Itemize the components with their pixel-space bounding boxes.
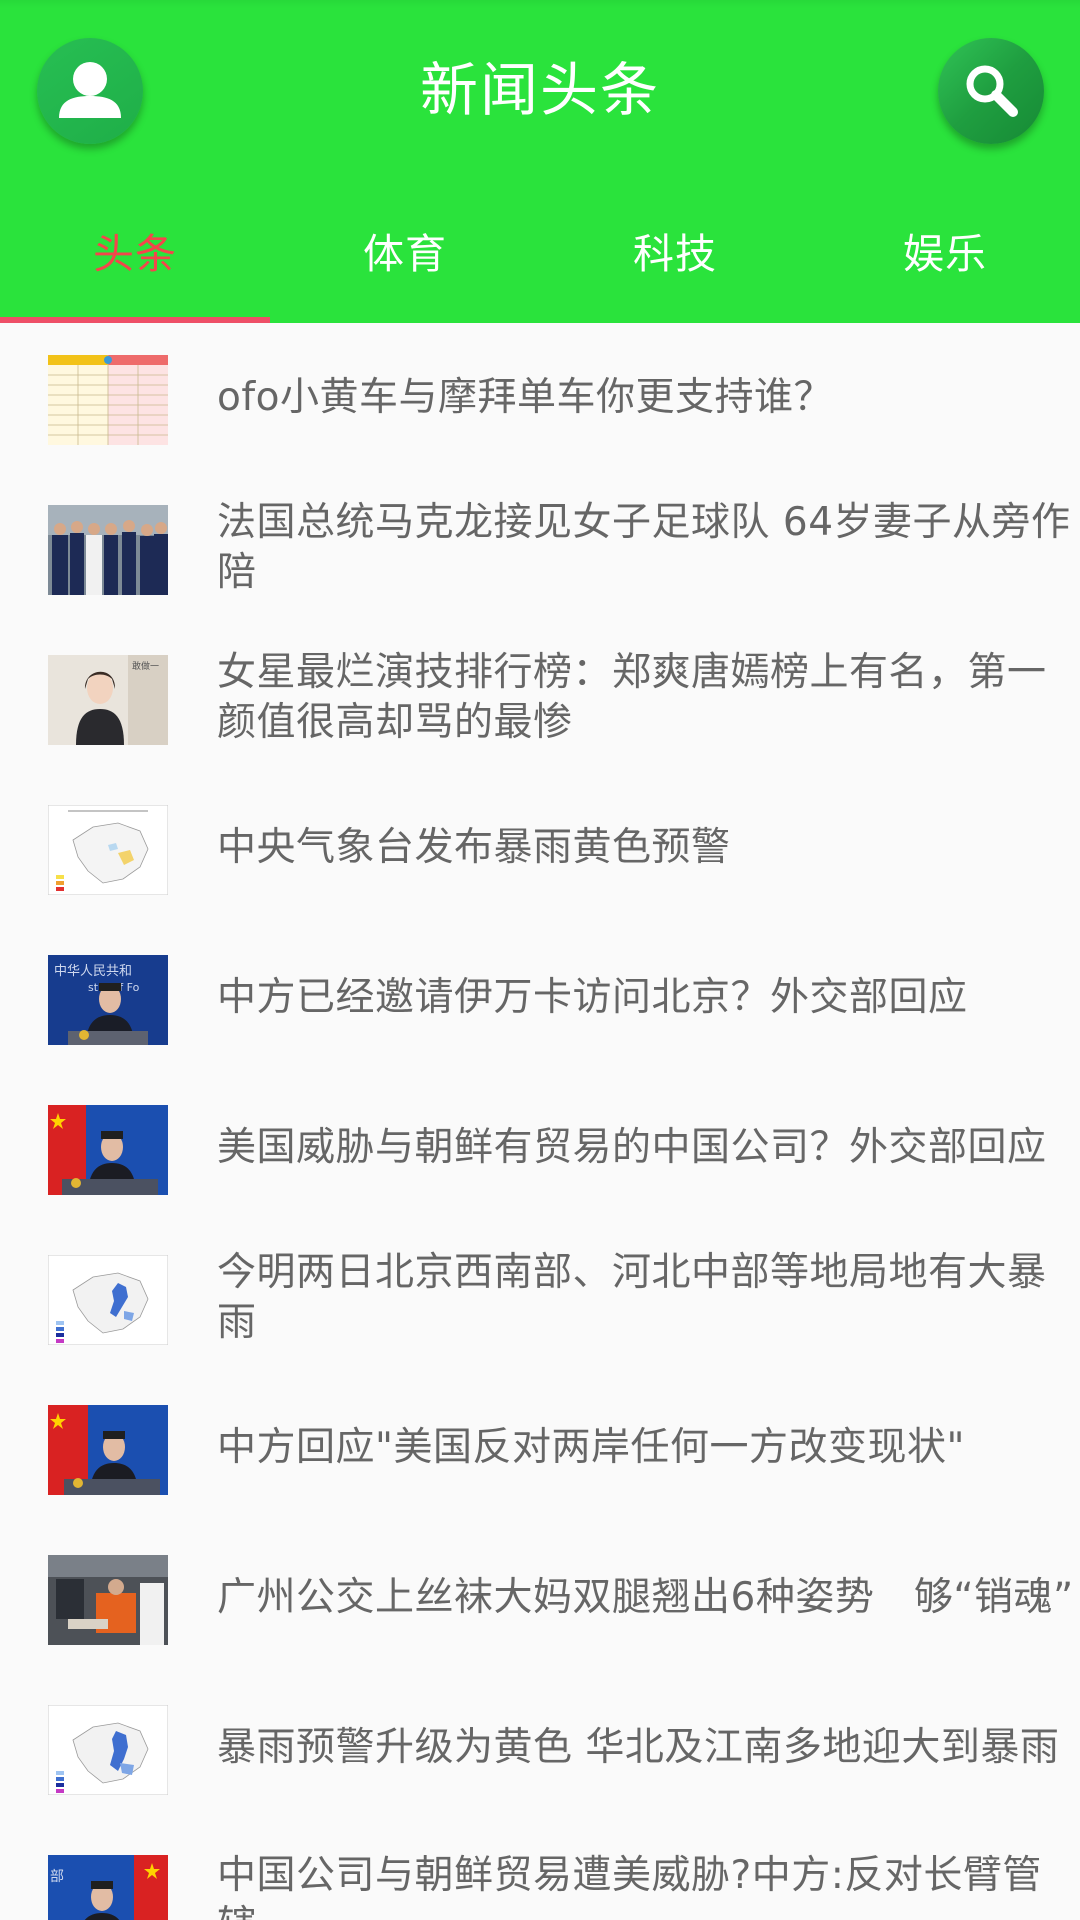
svg-text:中华人民共和: 中华人民共和 <box>54 964 132 979</box>
news-item[interactable]: 中央气象台发布暴雨黄色预警 <box>0 773 1080 923</box>
tab-sports[interactable]: 体育 <box>270 218 540 290</box>
news-item[interactable]: 部 中国公司与朝鲜贸易遭美威胁?中方:反对长臂管辖 <box>0 1823 1080 1920</box>
category-tabs: 头条 体育 科技 娱乐 <box>0 218 1080 290</box>
news-thumbnail <box>48 1105 168 1195</box>
news-item[interactable]: 法国总统马克龙接见女子足球队 64岁妻子从旁作陪 <box>0 473 1080 623</box>
news-thumbnail: 敢做一 <box>48 655 168 745</box>
svg-text:敢做一: 敢做一 <box>132 660 159 672</box>
news-thumbnail <box>48 355 168 445</box>
tab-headlines[interactable]: 头条 <box>0 218 270 290</box>
news-item[interactable]: 今明两日北京西南部、河北中部等地局地有大暴雨 <box>0 1223 1080 1373</box>
user-icon <box>59 62 121 118</box>
news-item[interactable]: ofo小黄车与摩拜单车你更支持谁？ <box>0 323 1080 473</box>
search-icon <box>966 65 1018 117</box>
news-title[interactable]: 女星最烂演技排行榜：郑爽唐嫣榜上有名，第一颜值很高却骂的最惨 <box>217 623 1077 773</box>
svg-text:部: 部 <box>50 1869 64 1885</box>
news-thumbnail: 部 <box>48 1855 168 1920</box>
news-item[interactable]: 美国威胁与朝鲜有贸易的中国公司？外交部回应 <box>0 1073 1080 1223</box>
news-thumbnail <box>48 505 168 595</box>
news-title[interactable]: 中方回应"美国反对两岸任何一方改变现状" <box>217 1373 1077 1523</box>
tab-technology[interactable]: 科技 <box>540 218 810 290</box>
news-thumbnail <box>48 805 168 895</box>
news-title[interactable]: 暴雨预警升级为黄色 华北及江南多地迎大到暴雨 <box>217 1673 1077 1823</box>
news-list[interactable]: ofo小黄车与摩拜单车你更支持谁？ 法国总统马克龙接见女子足球队 64岁妻子从旁… <box>0 323 1080 1920</box>
news-app: 新闻头条 头条 体育 科技 娱乐 ofo小黄车与摩拜单车你更支持谁？ 法国总统马… <box>0 0 1080 1920</box>
news-item[interactable]: 中方回应"美国反对两岸任何一方改变现状" <box>0 1373 1080 1523</box>
news-thumbnail <box>48 1705 168 1795</box>
news-thumbnail <box>48 1405 168 1495</box>
toolbar: 新闻头条 <box>0 0 1080 184</box>
app-title: 新闻头条 <box>419 56 660 124</box>
news-title[interactable]: 中方已经邀请伊万卡访问北京？外交部回应 <box>217 923 1077 1073</box>
search-button[interactable] <box>938 38 1044 144</box>
news-item[interactable]: 中华人民共和 stry of Fo 中方已经邀请伊万卡访问北京？外交部回应 <box>0 923 1080 1073</box>
news-title[interactable]: 中国公司与朝鲜贸易遭美威胁?中方:反对长臂管辖 <box>217 1823 1077 1920</box>
news-thumbnail: 中华人民共和 stry of Fo <box>48 955 168 1045</box>
news-title[interactable]: 今明两日北京西南部、河北中部等地局地有大暴雨 <box>217 1223 1077 1373</box>
news-item[interactable]: 暴雨预警升级为黄色 华北及江南多地迎大到暴雨 <box>0 1673 1080 1823</box>
news-thumbnail <box>48 1555 168 1645</box>
news-title[interactable]: 美国威胁与朝鲜有贸易的中国公司？外交部回应 <box>217 1073 1077 1223</box>
news-title[interactable]: 广州公交上丝袜大妈双腿翘出6种姿势 够“销魂” <box>217 1523 1077 1673</box>
user-button[interactable] <box>37 38 143 144</box>
news-item[interactable]: 广州公交上丝袜大妈双腿翘出6种姿势 够“销魂” <box>0 1523 1080 1673</box>
app-header: 新闻头条 头条 体育 科技 娱乐 <box>0 0 1080 323</box>
news-title[interactable]: 中央气象台发布暴雨黄色预警 <box>217 773 1077 923</box>
news-thumbnail <box>48 1255 168 1345</box>
news-title[interactable]: ofo小黄车与摩拜单车你更支持谁？ <box>217 323 1077 473</box>
news-title[interactable]: 法国总统马克龙接见女子足球队 64岁妻子从旁作陪 <box>217 473 1077 623</box>
news-item[interactable]: 敢做一 女星最烂演技排行榜：郑爽唐嫣榜上有名，第一颜值很高却骂的最惨 <box>0 623 1080 773</box>
tab-entertainment[interactable]: 娱乐 <box>810 218 1080 290</box>
